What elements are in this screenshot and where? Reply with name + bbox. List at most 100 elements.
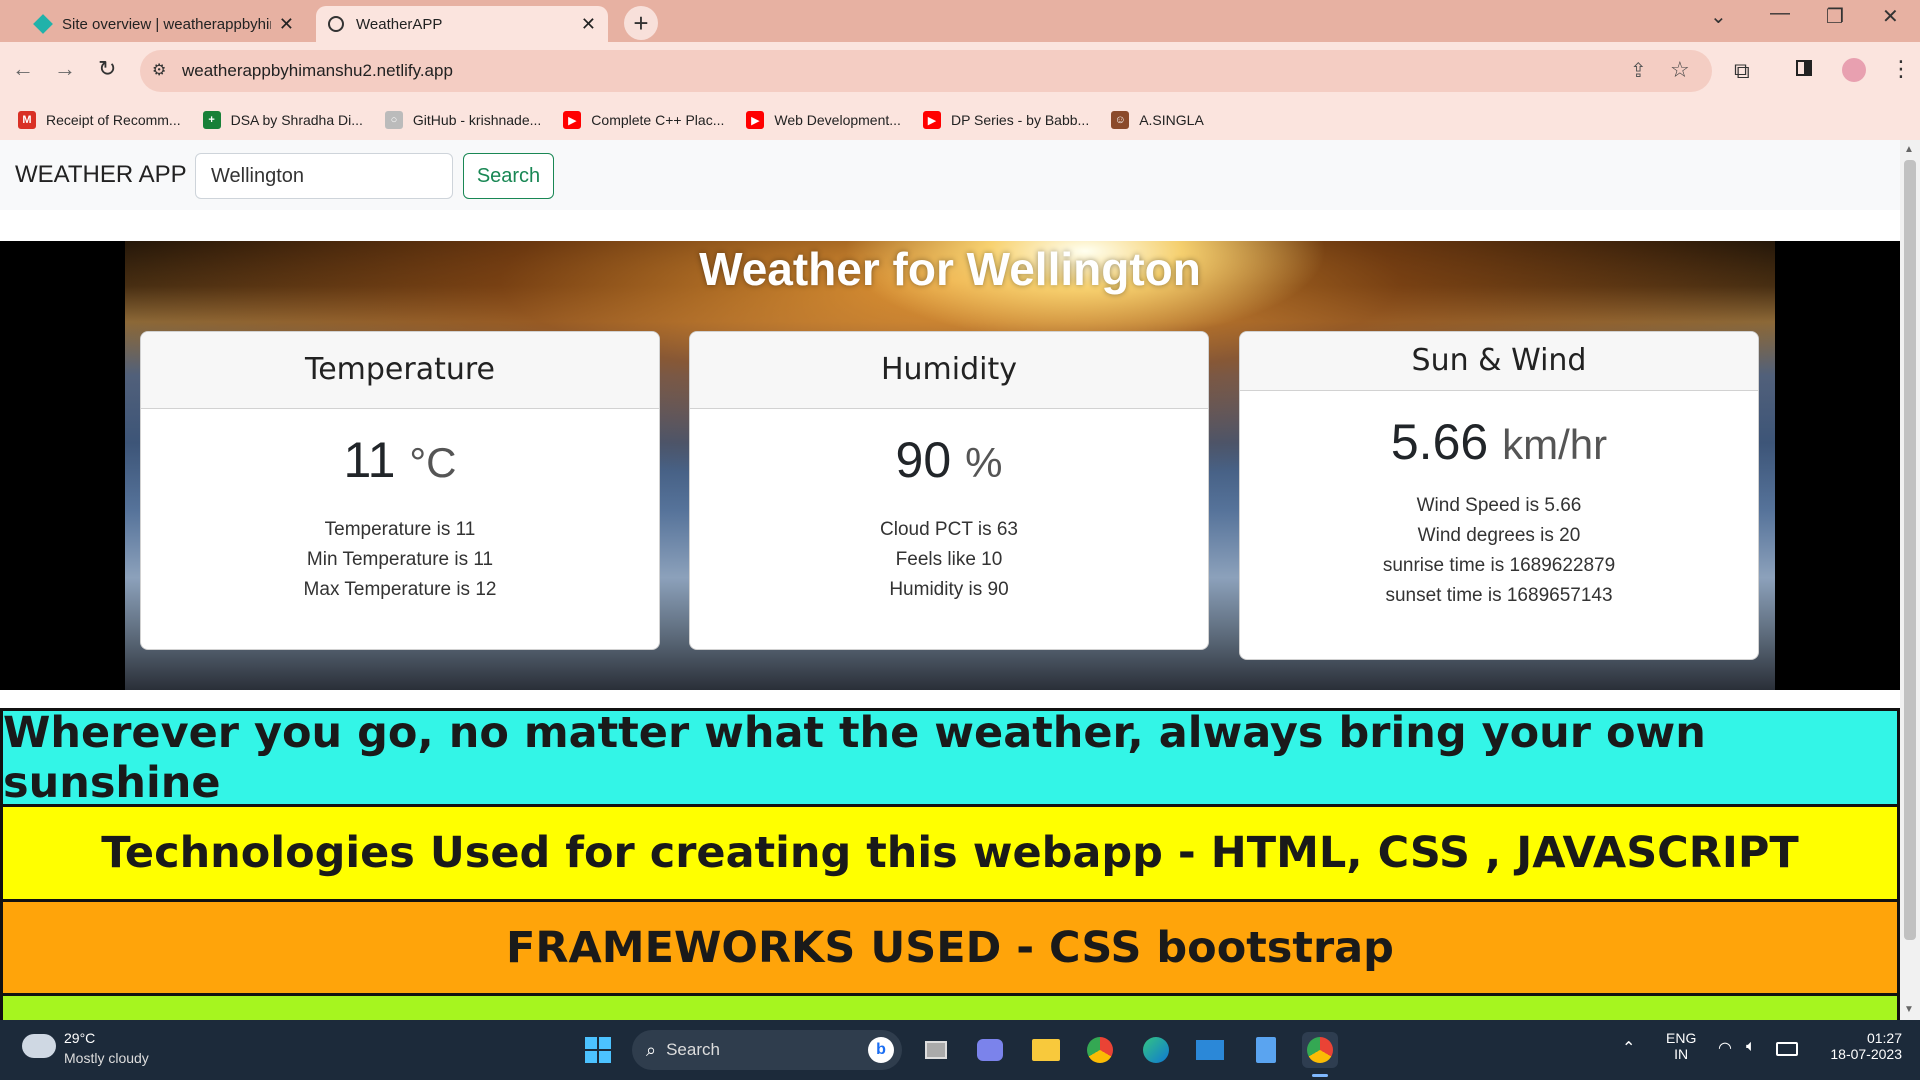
- globe-icon: [328, 16, 344, 32]
- detail-line: Temperature is 11: [324, 519, 476, 540]
- tab-search-chevron-icon[interactable]: ⌄: [1710, 4, 1727, 29]
- bookmark-item[interactable]: ▶ Web Development...: [746, 111, 901, 129]
- netlify-icon: [33, 14, 53, 34]
- clock-date: 18-07-2023: [1830, 1046, 1902, 1062]
- youtube-icon: ▶: [922, 111, 941, 129]
- detail-line: Wind Speed is 5.66: [1416, 495, 1582, 516]
- close-tab-icon[interactable]: ✕: [581, 14, 596, 35]
- humidity-value: 90 %: [690, 431, 1208, 489]
- edge-icon[interactable]: [1138, 1032, 1174, 1068]
- temperature-value: 11 °C: [141, 431, 659, 489]
- bookmark-item[interactable]: M Receipt of Recomm...: [18, 111, 181, 129]
- clock-time: 01:27: [1866, 1030, 1902, 1046]
- new-tab-button[interactable]: +: [624, 6, 658, 40]
- bookmark-item[interactable]: ○ GitHub - krishnade...: [384, 111, 542, 129]
- active-app-indicator: [1312, 1074, 1328, 1077]
- bookmark-item[interactable]: ▶ Complete C++ Plac...: [563, 111, 724, 129]
- youtube-icon: ▶: [563, 111, 582, 129]
- brand-title[interactable]: WEATHER APP: [15, 161, 187, 189]
- task-view-icon[interactable]: [918, 1032, 954, 1068]
- scrollbar-thumb[interactable]: [1904, 160, 1916, 940]
- city-search-input[interactable]: [195, 153, 453, 199]
- bookmark-label: GitHub - krishnade...: [412, 112, 542, 128]
- site-settings-icon[interactable]: ⚙: [152, 60, 166, 80]
- value-unit: km/hr: [1502, 421, 1608, 468]
- humidity-card: Humidity 90 % Cloud PCT is 63 Feels like…: [689, 331, 1209, 650]
- bookmark-label: DP Series - by Babb...: [950, 112, 1090, 128]
- card-body: 11 °C Temperature is 11 Min Temperature …: [141, 431, 659, 605]
- taskbar-search-label: Search: [666, 1040, 720, 1059]
- chrome-profile-icon[interactable]: [1302, 1032, 1338, 1068]
- menu-kebab-icon[interactable]: ⋮: [1890, 56, 1912, 82]
- mail-icon[interactable]: [1192, 1032, 1228, 1068]
- tab-weatherapp[interactable]: WeatherAPP ✕: [316, 6, 608, 42]
- wifi-icon[interactable]: ◠: [1718, 1038, 1732, 1058]
- reload-icon[interactable]: ↻: [98, 56, 116, 82]
- bookmark-label: DSA by Shradha Di...: [230, 112, 363, 128]
- scroll-down-arrow-icon[interactable]: ▼: [1904, 1004, 1914, 1015]
- detail-line: Min Temperature is 11: [306, 549, 494, 570]
- value-number: 5.66: [1390, 414, 1489, 470]
- search-button[interactable]: Search: [463, 153, 554, 199]
- show-hidden-icons-icon[interactable]: ⌃: [1622, 1038, 1635, 1058]
- minimize-icon[interactable]: —: [1770, 2, 1790, 25]
- detail-line: Cloud PCT is 63: [880, 519, 1018, 540]
- back-icon[interactable]: ←: [12, 56, 34, 82]
- extensions-icon[interactable]: ⧉: [1734, 58, 1750, 84]
- sun-wind-card: Sun & Wind 5.66 km/hr Wind Speed is 5.66…: [1239, 331, 1759, 660]
- detail-line: sunset time is 1689657143: [1385, 585, 1613, 606]
- notepad-icon[interactable]: [1248, 1032, 1284, 1068]
- share-icon[interactable]: ⇪: [1630, 58, 1647, 83]
- bookmark-star-icon[interactable]: ☆: [1670, 57, 1690, 83]
- close-tab-icon[interactable]: ✕: [279, 14, 294, 35]
- detail-line: sunrise time is 1689622879: [1382, 555, 1616, 576]
- bing-icon[interactable]: b: [868, 1037, 894, 1063]
- chrome-icon[interactable]: [1082, 1032, 1118, 1068]
- close-window-icon[interactable]: ✕: [1882, 4, 1899, 29]
- forward-icon[interactable]: →: [54, 56, 76, 82]
- cloudy-weather-icon[interactable]: [22, 1034, 56, 1058]
- technologies-banner: Technologies Used for creating this weba…: [0, 804, 1900, 899]
- side-panel-icon[interactable]: [1796, 60, 1812, 76]
- detail-line: Feels like 10: [895, 549, 1003, 570]
- quote-banner: Wherever you go, no matter what the weat…: [0, 708, 1900, 808]
- bookmark-label: Complete C++ Plac...: [591, 112, 725, 128]
- bookmark-label: A.SINGLA: [1139, 112, 1204, 128]
- scroll-up-arrow-icon[interactable]: ▲: [1904, 144, 1914, 155]
- bookmark-item[interactable]: ☺ A.SINGLA: [1111, 111, 1204, 129]
- url-text[interactable]: weatherappbyhimanshu2.netlify.app: [182, 61, 453, 81]
- wind-details: Wind Speed is 5.66 Wind degrees is 20 su…: [1240, 491, 1758, 611]
- value-unit: %: [965, 439, 1003, 486]
- bookmark-label: Web Development...: [774, 112, 901, 128]
- temperature-card: Temperature 11 °C Temperature is 11 Min …: [140, 331, 660, 650]
- battery-icon[interactable]: [1776, 1042, 1798, 1056]
- card-header: Temperature: [141, 332, 659, 409]
- value-number: 11: [343, 432, 396, 488]
- wind-value: 5.66 km/hr: [1240, 413, 1758, 471]
- bookmark-item[interactable]: ▶ DP Series - by Babb...: [922, 111, 1090, 129]
- green-banner: [0, 993, 1900, 1020]
- clock[interactable]: 01:27 18-07-2023: [1806, 1030, 1902, 1062]
- profile-avatar-icon[interactable]: [1842, 58, 1866, 82]
- detail-line: Max Temperature is 12: [303, 579, 497, 600]
- volume-icon[interactable]: 🔈︎: [1746, 1038, 1756, 1056]
- bookmark-item[interactable]: + DSA by Shradha Di...: [202, 111, 363, 129]
- github-icon: ○: [384, 111, 403, 129]
- restore-icon[interactable]: ❐: [1826, 4, 1844, 29]
- humidity-details: Cloud PCT is 63 Feels like 10 Humidity i…: [690, 515, 1208, 605]
- tab-title: Site overview | weatherappbyhimanshu2: [62, 15, 271, 33]
- omnibox[interactable]: ⚙ weatherappbyhimanshu2.netlify.app ⇪ ☆: [140, 50, 1712, 92]
- bookmark-label: Receipt of Recomm...: [46, 112, 181, 128]
- lang-line: IN: [1674, 1046, 1689, 1062]
- tab-site-overview[interactable]: Site overview | weatherappbyhimanshu2 ✕: [24, 6, 306, 42]
- language-indicator[interactable]: ENG IN: [1666, 1030, 1696, 1062]
- taskbar-weather-desc[interactable]: Mostly cloudy: [64, 1050, 149, 1066]
- youtube-icon: ▶: [746, 111, 765, 129]
- file-explorer-icon[interactable]: [1028, 1032, 1064, 1068]
- teams-chat-icon[interactable]: [972, 1032, 1008, 1068]
- weather-heading: Weather for Wellington: [699, 243, 1201, 295]
- search-icon: ⌕: [646, 1039, 657, 1060]
- taskbar-search-box[interactable]: ⌕ Search b: [632, 1030, 902, 1070]
- taskbar-weather-temp[interactable]: 29°C: [64, 1030, 95, 1046]
- windows-start-icon[interactable]: [580, 1032, 616, 1068]
